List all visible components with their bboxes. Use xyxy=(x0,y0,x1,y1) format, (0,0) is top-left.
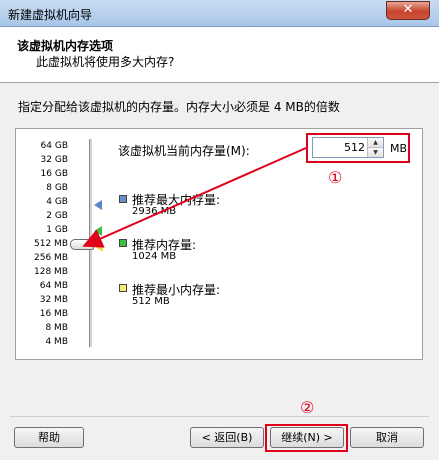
annotation-box-next xyxy=(265,424,348,452)
button-separator xyxy=(10,416,429,417)
help-button[interactable]: 帮助 xyxy=(14,427,84,448)
annotation-arrow xyxy=(82,147,307,248)
back-button[interactable]: < 返回(B) xyxy=(190,427,264,448)
cancel-button[interactable]: 取消 xyxy=(350,427,424,448)
